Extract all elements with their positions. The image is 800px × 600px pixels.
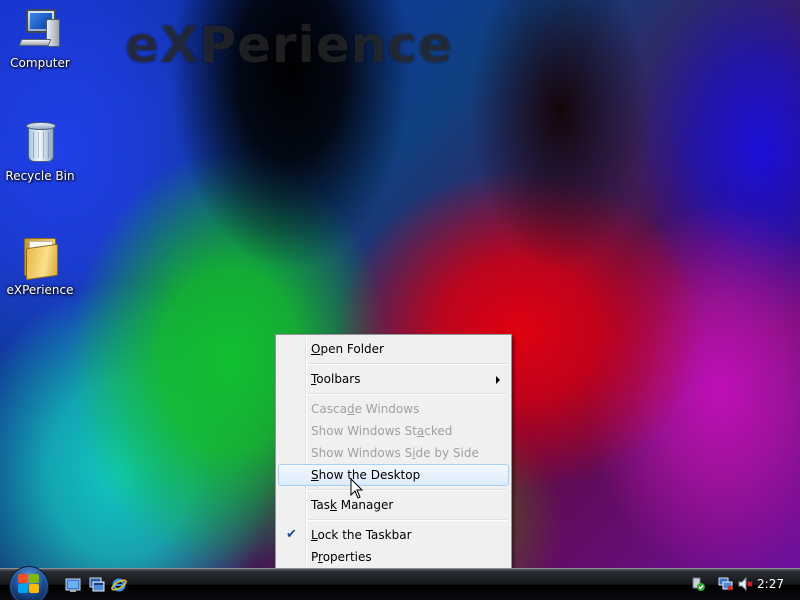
menu-separator (278, 516, 509, 524)
mouse-pointer-icon (350, 478, 364, 499)
wallpaper-watermark: eXPerience (125, 16, 453, 74)
menu-item-task-manager[interactable]: Task Manager (278, 494, 509, 516)
windows-update-icon[interactable] (690, 576, 706, 592)
start-button[interactable] (7, 566, 51, 600)
menu-item-show-the-desktop[interactable]: Show the Desktop (278, 464, 509, 486)
checkmark-icon: ✔ (286, 527, 297, 542)
folder-icon (16, 232, 64, 281)
taskbar-clock[interactable]: 2:27 (757, 577, 784, 591)
windows-logo-icon (18, 574, 40, 594)
desktop-icon-recycle-bin[interactable]: Recycle Bin (0, 118, 80, 183)
computer-icon (16, 5, 64, 53)
menu-item-lock-the-taskbar[interactable]: ✔ Lock the Taskbar (278, 524, 509, 546)
network-icon[interactable] (718, 576, 734, 592)
menu-item-show-windows-stacked: Show Windows Stacked (311, 424, 453, 438)
desktop-icon-computer[interactable]: Computer (0, 5, 80, 70)
menu-item-cascade-windows: Cascade Windows (311, 402, 420, 416)
menu-separator (278, 486, 509, 494)
volume-muted-icon[interactable] (737, 576, 753, 592)
internet-explorer-icon[interactable] (111, 577, 127, 593)
taskbar-context-menu: Open Folder Toolbars Cascade Windows Sho… (275, 334, 512, 570)
desktop-icon-label: Recycle Bin (5, 169, 75, 183)
desktop-icon-label: Computer (10, 56, 70, 70)
desktop-icon-label: eXPerience (6, 283, 74, 297)
menu-item-toolbars[interactable]: Toolbars (278, 368, 509, 390)
menu-item-open-folder[interactable]: Open Folder (278, 338, 509, 360)
menu-separator (278, 360, 509, 368)
menu-separator (278, 390, 509, 398)
recycle-bin-icon (16, 118, 64, 166)
show-desktop-icon[interactable] (65, 577, 81, 593)
switch-windows-icon[interactable] (89, 577, 105, 593)
submenu-arrow-icon (496, 376, 500, 384)
desktop-icon-experience-folder[interactable]: eXPerience (0, 232, 80, 297)
menu-item-show-windows-side-by-side: Show Windows Side by Side (311, 446, 479, 460)
menu-item-properties[interactable]: Properties (278, 546, 509, 568)
